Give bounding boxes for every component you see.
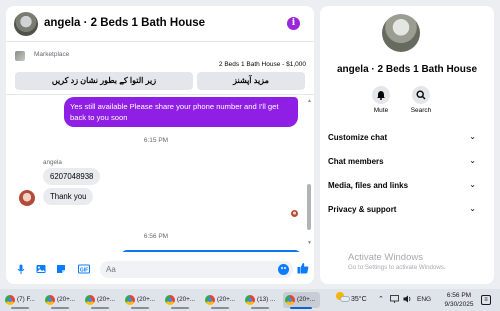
search-label: Search — [410, 107, 432, 114]
taskbar-chrome-window[interactable]: (20+... — [123, 292, 160, 309]
clock-time: 6:56 PM — [446, 292, 472, 299]
svg-text:GIF: GIF — [80, 267, 88, 273]
info-icon[interactable]: i — [287, 17, 300, 30]
scroll-down-arrow-icon[interactable]: ▼ — [307, 240, 312, 246]
section-customize-chat[interactable]: Customize chat ⌄ — [328, 132, 476, 142]
chrome-icon — [245, 295, 255, 305]
chrome-icon — [45, 295, 55, 305]
timestamp: 6:56 PM — [143, 233, 169, 240]
timestamp: 6:15 PM — [143, 137, 169, 144]
taskbar-chrome-window[interactable]: (7) F... — [3, 292, 40, 309]
section-privacy-support[interactable]: Privacy & support ⌄ — [328, 204, 476, 214]
listing-thumbnail[interactable] — [15, 51, 25, 61]
chevron-down-icon: ⌄ — [469, 204, 476, 213]
chevron-up-icon[interactable]: ⌃ — [378, 295, 384, 303]
mark-pending-button[interactable]: زیر التوا کے بطور نشان زد کریں — [15, 72, 193, 90]
task-label: (7) F... — [17, 296, 35, 303]
bell-icon — [372, 86, 390, 104]
scroll-thumb[interactable] — [307, 184, 311, 230]
scrollbar[interactable]: ▲ ▼ — [306, 98, 312, 248]
emoji-icon[interactable] — [278, 264, 289, 275]
network-icon[interactable] — [390, 295, 399, 305]
taskbar-chrome-window[interactable]: (20+... — [203, 292, 240, 309]
chrome-icon — [5, 295, 15, 305]
task-label: (20+... — [177, 296, 196, 303]
taskbar-chrome-window[interactable]: (20+... — [43, 292, 80, 309]
task-label: (20+... — [57, 296, 76, 303]
outgoing-message: Yes still available Please share your ph… — [64, 97, 298, 127]
microphone-icon[interactable] — [16, 264, 26, 274]
volume-icon[interactable] — [403, 295, 412, 305]
chat-header: angela · 2 Beds 1 Bath House i — [6, 6, 314, 42]
incoming-message: Thank you — [43, 188, 94, 205]
section-label: Chat members — [328, 157, 384, 166]
chrome-icon — [85, 295, 95, 305]
listing-photo[interactable] — [382, 14, 420, 52]
conversation-title: angela · 2 Beds 1 Bath House — [336, 64, 478, 75]
sender-name: angela — [43, 159, 62, 166]
chat-panel: angela · 2 Beds 1 Bath House i Marketpla… — [6, 6, 314, 284]
taskbar-chrome-window[interactable]: (20+... — [83, 292, 120, 309]
taskbar-chrome-window[interactable]: (13) ... — [243, 292, 280, 309]
listing-avatar[interactable] — [14, 12, 38, 36]
marketplace-label: Marketplace — [34, 51, 70, 58]
incoming-message: 6207048938 — [43, 168, 101, 185]
sender-avatar[interactable] — [19, 190, 35, 206]
conversation-details-panel: angela · 2 Beds 1 Bath House Mute Search… — [320, 6, 494, 284]
section-label: Privacy & support — [328, 205, 397, 214]
section-label: Media, files and links — [328, 181, 409, 190]
chevron-down-icon: ⌄ — [469, 180, 476, 189]
task-label: (20+... — [297, 296, 316, 303]
taskbar-chrome-window[interactable]: (20+... — [163, 292, 200, 309]
temperature[interactable]: 35°C — [351, 296, 367, 303]
task-label: (20+... — [217, 296, 236, 303]
taskbar: (7) F... (20+... (20+... (20+... (20+...… — [0, 289, 500, 311]
clock[interactable]: 6:56 PM 9/30/2025 — [444, 291, 474, 309]
thumbs-up-icon[interactable] — [297, 262, 309, 277]
seen-indicator-avatar — [291, 210, 298, 217]
section-media-files-links[interactable]: Media, files and links ⌄ — [328, 180, 476, 190]
task-label: (20+... — [97, 296, 116, 303]
activate-windows-subtitle: Go to Settings to activate Windows. — [348, 264, 446, 271]
message-input[interactable] — [100, 261, 293, 278]
weather-icon[interactable] — [336, 292, 350, 304]
chevron-down-icon: ⌄ — [469, 132, 476, 141]
language-indicator[interactable]: ENG — [417, 296, 431, 303]
clock-date: 9/30/2025 — [444, 301, 474, 308]
task-label: (20+... — [137, 296, 156, 303]
notification-icon[interactable]: ≡ — [481, 295, 491, 305]
section-label: Customize chat — [328, 133, 388, 142]
marketplace-banner: Marketplace 2 Beds 1 Bath House - $1,000… — [6, 43, 314, 93]
gif-icon[interactable]: GIF — [78, 264, 90, 274]
message-list: Yes still available Please share your ph… — [6, 95, 306, 252]
mute-button[interactable]: Mute — [366, 86, 396, 114]
taskbar-chrome-window-active[interactable]: (20+... — [283, 292, 320, 309]
chrome-icon — [165, 295, 175, 305]
mute-label: Mute — [373, 107, 389, 114]
search-button[interactable]: Search — [406, 86, 436, 114]
chevron-down-icon: ⌄ — [469, 156, 476, 165]
activate-windows-title: Activate Windows — [348, 252, 423, 263]
composer: GIF — [6, 252, 314, 284]
photo-icon[interactable] — [36, 264, 46, 274]
chrome-icon — [205, 295, 215, 305]
task-label: (13) ... — [257, 296, 276, 303]
section-chat-members[interactable]: Chat members ⌄ — [328, 156, 476, 166]
scroll-up-arrow-icon[interactable]: ▲ — [307, 98, 312, 104]
chrome-icon — [125, 295, 135, 305]
sticker-icon[interactable] — [56, 264, 66, 274]
listing-summary[interactable]: 2 Beds 1 Bath House - $1,000 — [219, 61, 306, 68]
chat-title[interactable]: angela · 2 Beds 1 Bath House — [44, 17, 205, 29]
chrome-icon — [285, 295, 295, 305]
more-options-button[interactable]: مزید آپشنز — [197, 72, 305, 90]
search-icon — [412, 86, 430, 104]
